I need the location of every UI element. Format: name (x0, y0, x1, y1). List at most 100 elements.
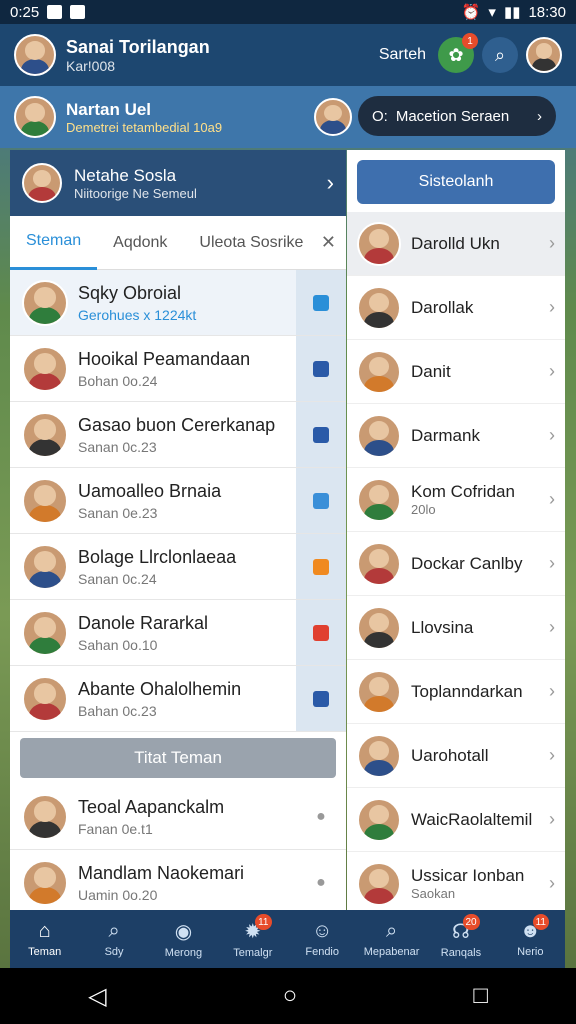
row-action[interactable] (296, 336, 346, 401)
friend-status: Sanan 0e.23 (78, 504, 158, 521)
status-indicator-icon (313, 492, 329, 509)
row-action[interactable] (296, 534, 346, 599)
nav-item[interactable]: ⌂ Teman (10, 910, 79, 968)
top-app-bar: Sanai Torilangan Kar!008 Sarteh ✿ 1 ⌕ (0, 24, 576, 86)
profile-name: Sanai Torilangan (66, 36, 210, 57)
friend-row[interactable]: Danole Rararkal Sahan 0o.10 (10, 600, 346, 666)
contact-row[interactable]: Ussicar Ionban Saokan › (347, 852, 565, 910)
contact-row[interactable]: Uarohotall › (347, 724, 565, 788)
nav-icon: ◉ (174, 921, 193, 943)
avatar (314, 98, 352, 136)
status-time-left: 0:25 (10, 3, 40, 21)
tab-aqdonk[interactable]: Aqdonk (97, 216, 183, 270)
friend-name: Danole Rararkal (78, 612, 209, 633)
contact-name: Toplanndarkan (411, 681, 523, 701)
chevron-right-icon: › (549, 297, 555, 317)
nav-label: Merong (164, 947, 203, 959)
user-avatar[interactable] (526, 37, 562, 73)
contact-row[interactable]: Dockar Canlby › (347, 532, 565, 596)
friend-row[interactable]: Abante Ohalolhemin Bahan 0c.23 (10, 666, 346, 732)
banner-sub: Demetrei tetambedial 10a9 (66, 119, 223, 135)
friend-row[interactable]: Hooikal Peamandaan Bohan 0o.24 (10, 336, 346, 402)
sisteolan-button[interactable]: Sisteolanh (357, 160, 555, 204)
friend-status: Uamin 0o.20 (78, 886, 158, 903)
friend-row[interactable]: Teoal Aapanckalm Fanan 0e.t1 ● (10, 784, 346, 850)
contact-name: Ussicar Ionban (411, 866, 525, 885)
status-indicator-icon (313, 360, 329, 377)
nav-item[interactable]: ✹ Temalgr 11 (218, 910, 287, 968)
bottom-nav: ⌂ Teman ⌕ Sdy ◉ Merong ✹ Temalgr 11 ☺ Fendio ⌕ Mepab… (10, 910, 565, 968)
friend-status: Bohan 0o.24 (78, 372, 158, 389)
nav-item[interactable]: ◉ Merong (149, 910, 218, 968)
nav-item[interactable]: ☺ Fendio (288, 910, 357, 968)
friend-row[interactable]: Mandlam Naokemari Uamin 0o.20 ● (10, 850, 346, 910)
tab-steman[interactable]: Steman (10, 216, 98, 270)
chevron-right-icon: › (537, 107, 542, 125)
contact-row[interactable]: Danit › (347, 340, 565, 404)
contact-row[interactable]: Kom Cofridan 20lo › (347, 468, 565, 532)
avatar (357, 669, 401, 714)
contact-row[interactable]: Darolld Ukn › (347, 212, 565, 276)
macetion-pill-button[interactable]: O: Macetion Seraen › (358, 96, 556, 136)
nav-item[interactable]: ⌕ Sdy (79, 910, 148, 968)
friend-row[interactable]: Gasao buon Cererkanap Sanan 0c.23 (10, 402, 346, 468)
friend-row[interactable]: Sqky Obroial Gerohues x 1224kt (10, 270, 346, 336)
friend-name: Mandlam Naokemari (78, 862, 245, 883)
chevron-right-icon: › (549, 873, 555, 893)
avatar (22, 859, 68, 906)
friend-row[interactable]: Uamoalleo Brnaia Sanan 0e.23 (10, 468, 346, 534)
wifi-icon: ▾ (488, 4, 496, 21)
nav-label: Teman (28, 946, 62, 958)
avatar[interactable] (14, 34, 56, 76)
back-icon[interactable]: ◁ (88, 982, 106, 1011)
close-icon[interactable]: ✕ (321, 232, 336, 253)
home-icon[interactable]: ○ (283, 982, 298, 1010)
nav-label: Fendio (305, 946, 339, 958)
row-action[interactable] (296, 270, 346, 335)
contact-row[interactable]: Darollak › (347, 276, 565, 340)
friend-row[interactable]: Bolage Llrclonlaeaa Sanan 0c.24 (10, 534, 346, 600)
tab-uleota[interactable]: Uleota Sosrike (183, 216, 319, 270)
contact-name: Llovsina (411, 617, 474, 637)
avatar (357, 349, 401, 394)
avatar (22, 477, 68, 524)
contact-row[interactable]: Toplanndarkan › (347, 660, 565, 724)
system-nav-bar: ◁ ○ □ (0, 968, 576, 1024)
avatar (357, 797, 401, 842)
row-action[interactable] (296, 468, 346, 533)
row-action[interactable]: ● (296, 784, 346, 849)
row-action[interactable] (296, 402, 346, 467)
row-action[interactable] (296, 666, 346, 731)
contact-row[interactable]: WaicRaolaltemil › (347, 788, 565, 852)
search-label[interactable]: Sarteh (379, 46, 426, 64)
nav-item[interactable]: ☻ Nerio 11 (496, 910, 565, 968)
panel-header[interactable]: Netahe Sosla Niitoorige Ne Semeul › (10, 150, 346, 216)
search-icon[interactable]: ⌕ (482, 37, 518, 73)
chevron-right-icon: › (549, 553, 555, 573)
avatar (14, 96, 56, 138)
contact-row[interactable]: Darmank › (347, 404, 565, 468)
profile-id: Kar!008 (66, 57, 116, 74)
contact-name: Danit (411, 361, 451, 381)
banner-name: Nartan Uel (66, 99, 152, 119)
toggle-icon: O: (372, 107, 388, 125)
avatar (22, 163, 62, 203)
nav-item[interactable]: ☊ Ranqals 20 (426, 910, 495, 968)
nav-item[interactable]: ⌕ Mepabenar (357, 910, 426, 968)
row-action[interactable] (296, 600, 346, 665)
avatar (22, 609, 68, 656)
status-indicator-icon (313, 690, 329, 707)
info-icon: ● (316, 873, 326, 891)
row-action[interactable]: ● (296, 850, 346, 910)
nav-icon: ⌂ (38, 920, 51, 942)
notification-icon (70, 5, 86, 19)
chat-icon[interactable]: ✿ 1 (438, 33, 478, 73)
panel-header-name: Netahe Sosla (74, 165, 177, 185)
add-friend-button[interactable]: Titat Teman (20, 738, 336, 778)
alarm-icon: ⏰ (461, 4, 481, 21)
friend-status: Fanan 0e.t1 (78, 820, 153, 837)
contact-row[interactable]: Llovsina › (347, 596, 565, 660)
chevron-right-icon: › (549, 809, 555, 829)
avatar (22, 675, 68, 722)
recents-icon[interactable]: □ (473, 982, 488, 1010)
